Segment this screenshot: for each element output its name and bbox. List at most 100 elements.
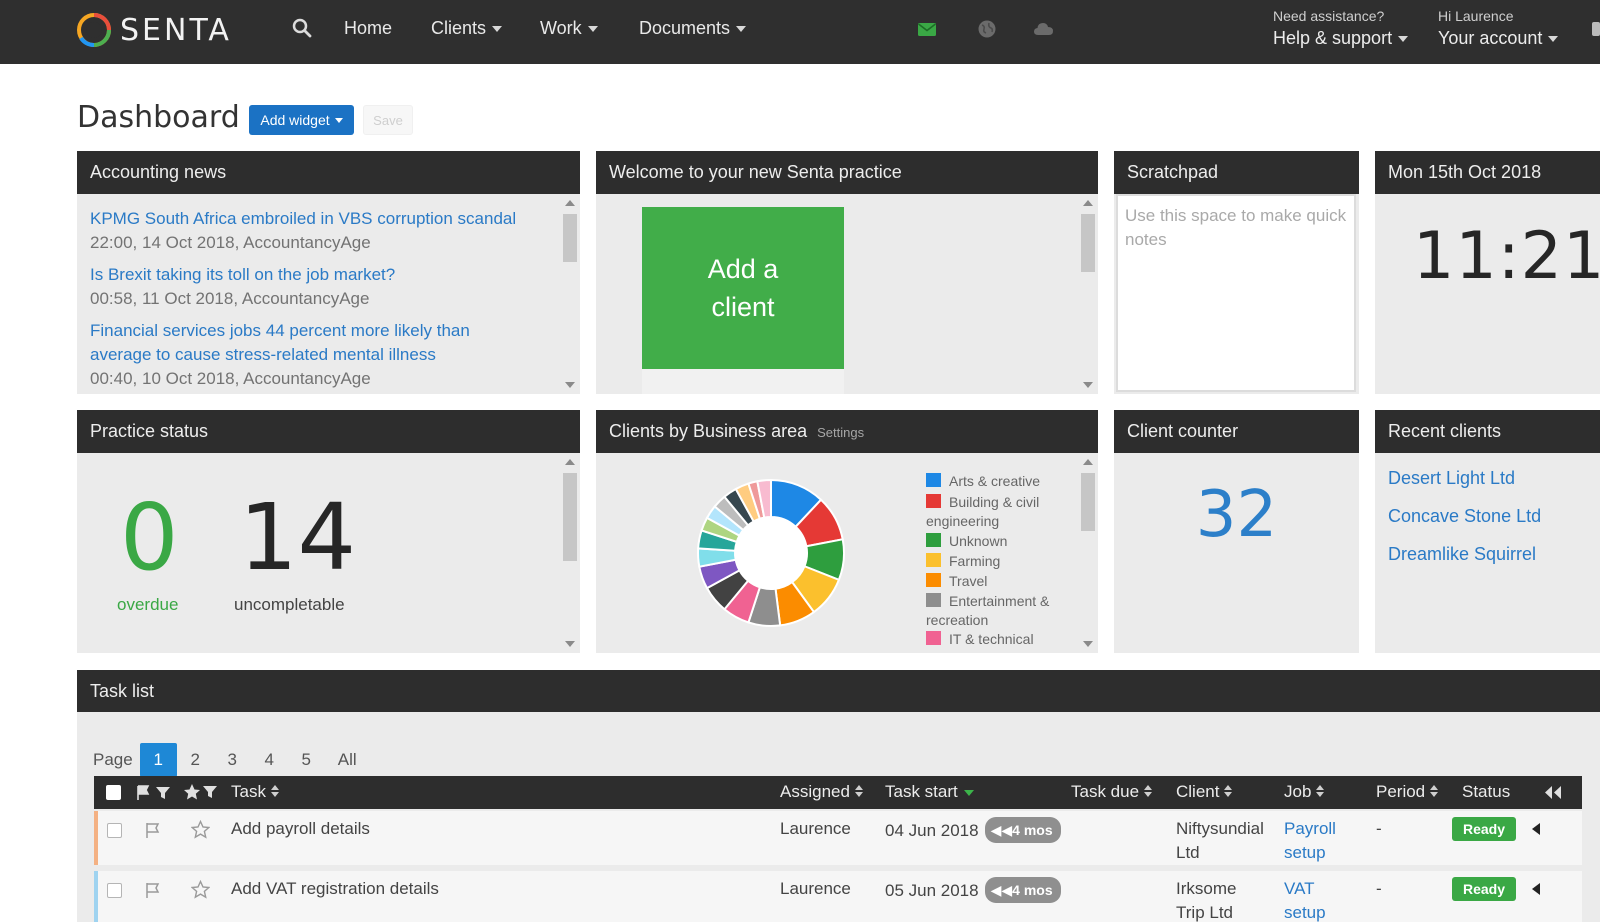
client-count[interactable]: 32 (1114, 478, 1359, 552)
your-account-menu[interactable]: Hi Laurence Your account (1438, 8, 1559, 49)
legend-item[interactable]: Unknown (926, 532, 1056, 551)
col-period[interactable]: Period (1376, 782, 1439, 802)
page-4-button[interactable]: 4 (251, 743, 288, 777)
scroll-down-icon[interactable] (565, 641, 575, 647)
task-name[interactable]: Add payroll details (231, 817, 370, 841)
page-2-button[interactable]: 2 (177, 743, 214, 777)
recent-client-link[interactable]: Concave Stone Ltd (1388, 506, 1541, 527)
chart-scrollbar[interactable] (1078, 453, 1098, 653)
scroll-thumb[interactable] (1081, 214, 1095, 272)
news-scrollbar[interactable] (560, 194, 580, 394)
page-1-button[interactable]: 1 (139, 743, 177, 777)
legend-item[interactable]: Building & civil engineering (926, 493, 1056, 531)
scroll-thumb[interactable] (563, 473, 577, 561)
add-client-button[interactable]: Add a client (642, 207, 844, 369)
chart-settings-link[interactable]: Settings (817, 425, 864, 440)
scroll-up-icon[interactable] (565, 459, 575, 465)
scroll-up-icon[interactable] (565, 200, 575, 206)
scroll-thumb[interactable] (1081, 473, 1095, 531)
table-row[interactable]: Add payroll details Laurence 04 Jun 2018… (94, 811, 1582, 865)
help-support-menu[interactable]: Need assistance? Help & support (1273, 8, 1409, 49)
page-5-button[interactable]: 5 (288, 743, 325, 777)
scroll-up-icon[interactable] (1083, 459, 1093, 465)
help-support-label: Help & support (1273, 28, 1393, 48)
scroll-down-icon[interactable] (1083, 382, 1093, 388)
star-icon[interactable] (191, 880, 210, 899)
recent-client-link[interactable]: Desert Light Ltd (1388, 468, 1515, 489)
task-job-link[interactable]: Payroll setup (1284, 817, 1336, 865)
recent-client-link[interactable]: Dreamlike Squirrel (1388, 544, 1536, 565)
page-title: Dashboard (77, 100, 240, 135)
page-3-button[interactable]: 3 (214, 743, 251, 777)
globe-icon[interactable] (977, 19, 997, 39)
widget-title: Client counter (1114, 410, 1359, 453)
flag-icon[interactable] (144, 881, 162, 899)
scroll-down-icon[interactable] (1083, 641, 1093, 647)
expand-row-icon[interactable] (1532, 823, 1540, 835)
settings-edge-icon[interactable] (1592, 22, 1600, 36)
nav-clients[interactable]: Clients (431, 18, 503, 39)
search-icon[interactable] (291, 17, 313, 39)
status-badge[interactable]: Ready (1452, 877, 1516, 901)
cloud-icon[interactable] (1033, 19, 1055, 39)
sort-icon (854, 785, 864, 798)
task-start-cell: 05 Jun 2018 ◀◀4 mos (885, 877, 1061, 903)
col-client[interactable]: Client (1176, 782, 1233, 802)
scroll-thumb[interactable] (563, 214, 577, 262)
mail-icon[interactable] (917, 19, 937, 39)
business-area-donut-chart[interactable] (696, 478, 846, 628)
save-button[interactable]: Save (363, 105, 413, 135)
task-job-link[interactable]: VAT setup (1284, 877, 1326, 922)
legend-item[interactable]: IT & technical (926, 630, 1056, 649)
clients-by-business-area-widget: Clients by Business area Settings Arts & … (596, 410, 1098, 653)
task-job-line: setup (1284, 903, 1326, 922)
flag-filter-icon[interactable] (136, 784, 172, 801)
col-task-due[interactable]: Task due (1071, 782, 1153, 802)
row-checkbox[interactable] (107, 823, 122, 838)
nav-documents[interactable]: Documents (639, 18, 747, 39)
sort-desc-icon (963, 789, 974, 796)
widget-title: Mon 15th Oct 2018 (1375, 151, 1600, 194)
status-badge[interactable]: Ready (1452, 817, 1516, 841)
star-icon[interactable] (191, 820, 210, 839)
page-all-button[interactable]: All (329, 743, 366, 777)
task-list-widget: Task list Page 1 2 3 4 5 All Task Assign… (77, 670, 1600, 922)
welcome-scrollbar[interactable] (1078, 194, 1098, 394)
col-status[interactable]: Status (1462, 782, 1510, 802)
star-filter-icon[interactable] (183, 783, 219, 801)
scroll-up-icon[interactable] (1083, 200, 1093, 206)
widget-title: Scratchpad (1114, 151, 1359, 194)
select-all-checkbox[interactable] (106, 785, 121, 800)
col-task-start[interactable]: Task start (885, 782, 974, 802)
legend-swatch (926, 473, 941, 487)
flag-icon[interactable] (144, 821, 162, 839)
age-badge-text: 4 mos (1012, 882, 1053, 898)
scratchpad-input[interactable] (1116, 194, 1356, 392)
col-task[interactable]: Task (231, 782, 280, 802)
legend-item[interactable]: Arts & creative (926, 472, 1056, 491)
age-badge-text: 4 mos (1012, 822, 1053, 838)
table-row[interactable]: Add VAT registration details Laurence 05… (94, 871, 1582, 922)
task-name[interactable]: Add VAT registration details (231, 877, 439, 901)
practice-status-scrollbar[interactable] (560, 453, 580, 653)
row-checkbox[interactable] (107, 883, 122, 898)
scroll-down-icon[interactable] (565, 382, 575, 388)
collapse-columns-icon[interactable] (1544, 785, 1562, 800)
legend-item[interactable]: Travel (926, 572, 1056, 591)
uncompletable-count[interactable]: 14 (239, 488, 356, 588)
add-client-label: Add a client (707, 254, 779, 322)
add-client-shadow (642, 369, 844, 394)
nav-work[interactable]: Work (540, 18, 598, 39)
news-link[interactable]: Is Brexit taking its toll on the job mar… (90, 263, 540, 287)
col-assigned[interactable]: Assigned (780, 782, 864, 802)
legend-item[interactable]: Entertainment & recreation (926, 592, 1056, 630)
add-widget-button[interactable]: Add widget (249, 105, 354, 135)
legend-item[interactable]: Farming (926, 552, 1056, 571)
expand-row-icon[interactable] (1532, 883, 1540, 895)
col-job[interactable]: Job (1284, 782, 1325, 802)
news-link[interactable]: KPMG South Africa embroiled in VBS corru… (90, 207, 540, 231)
senta-logo[interactable]: SENTA (76, 8, 232, 52)
nav-home[interactable]: Home (344, 18, 392, 39)
news-link[interactable]: Financial services jobs 44 percent more … (90, 319, 510, 367)
overdue-count[interactable]: 0 (120, 488, 179, 588)
